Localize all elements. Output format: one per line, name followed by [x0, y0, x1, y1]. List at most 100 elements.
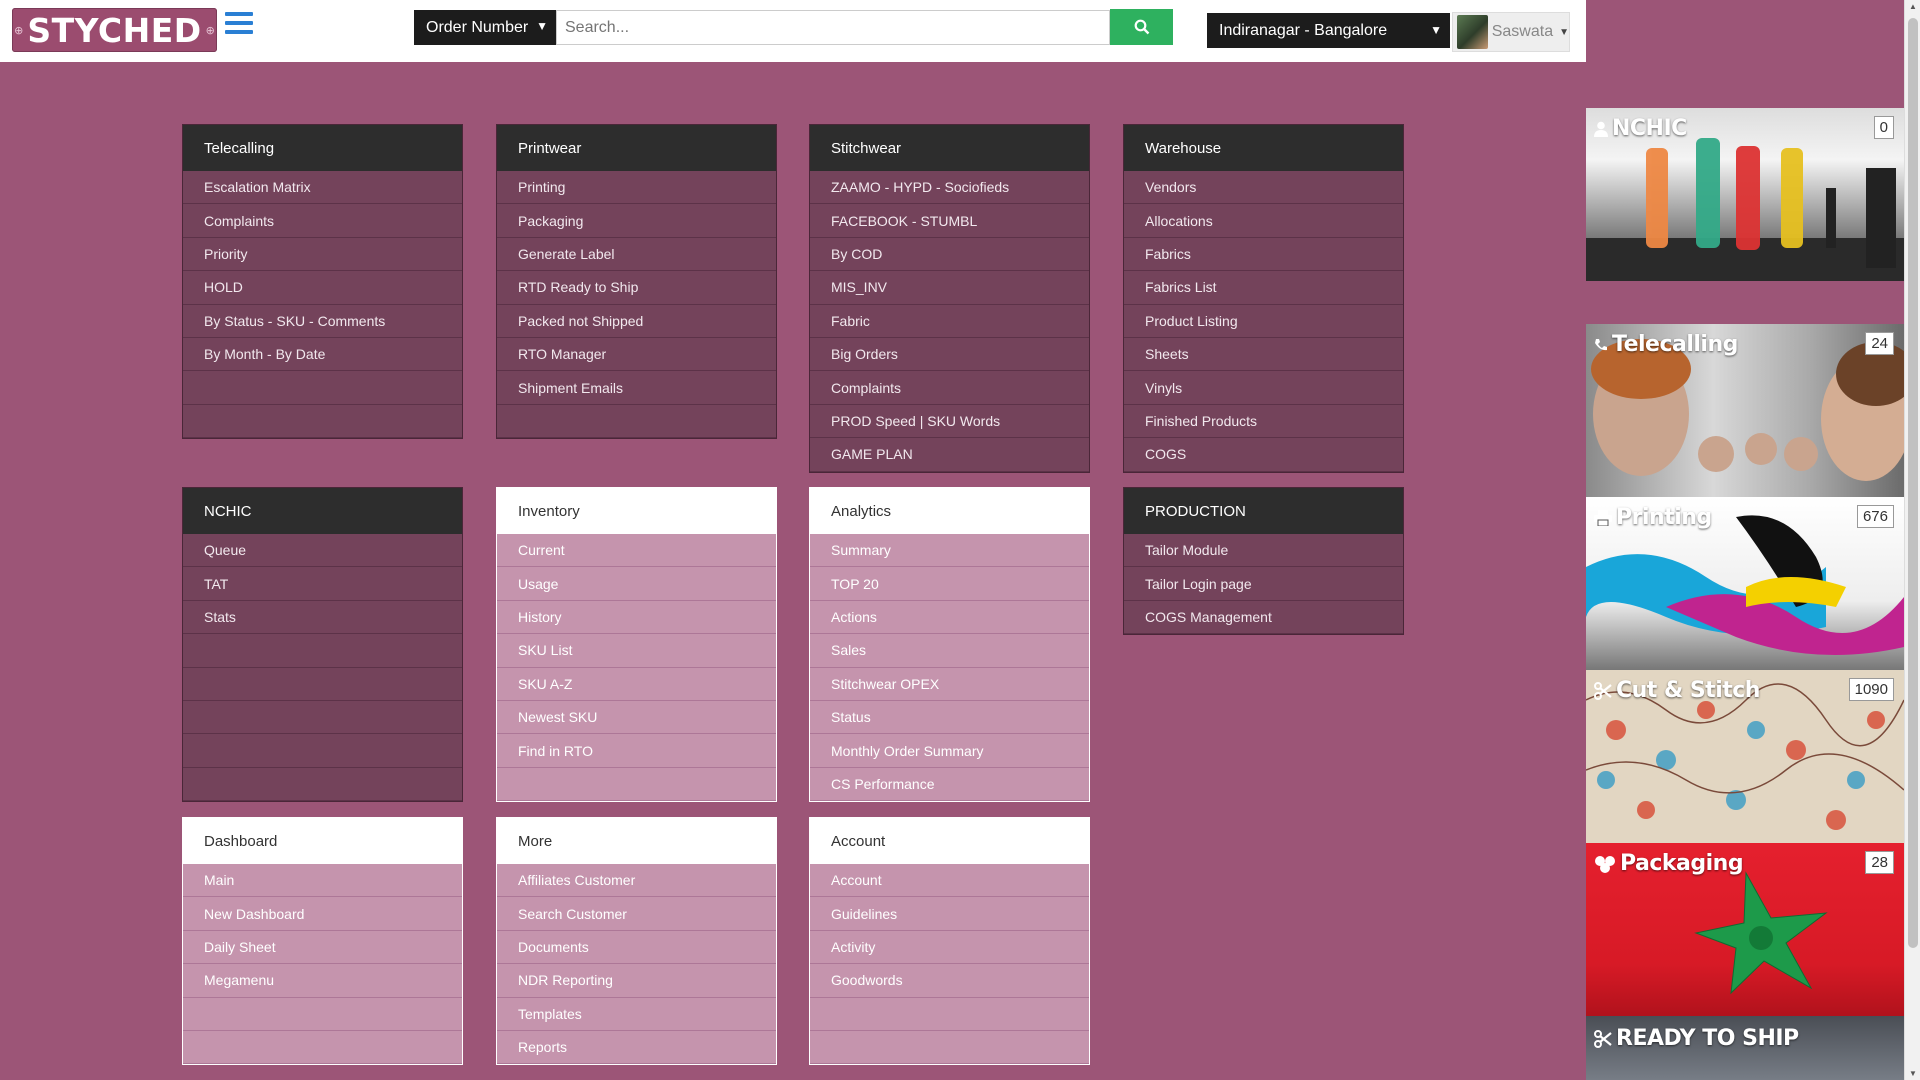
- menu-item[interactable]: COGS Management: [1124, 600, 1403, 635]
- search-button[interactable]: [1110, 9, 1173, 45]
- menu-item[interactable]: By COD: [810, 237, 1089, 272]
- chevron-down-icon: ▼: [1430, 23, 1442, 37]
- menu-item[interactable]: SKU A-Z: [497, 667, 776, 701]
- menu-item[interactable]: Shipment Emails: [497, 371, 776, 405]
- menu-item[interactable]: SKU List: [497, 634, 776, 668]
- panel-production: PRODUCTION Tailor Module Tailor Login page…: [1123, 487, 1404, 636]
- menu-item[interactable]: RTD Ready to Ship: [497, 271, 776, 305]
- menu-item[interactable]: Vinyls: [1124, 371, 1403, 405]
- menu-item[interactable]: Priority: [183, 237, 462, 272]
- menu-item[interactable]: FACEBOOK - STUMBL: [810, 204, 1089, 238]
- scissors-icon: [1594, 681, 1612, 700]
- search-icon: [1134, 19, 1149, 35]
- menu-item[interactable]: Current: [497, 534, 776, 568]
- menu-item[interactable]: Sheets: [1124, 337, 1403, 372]
- menu-item[interactable]: Monthly Order Summary: [810, 734, 1089, 768]
- menu-item[interactable]: Usage: [497, 567, 776, 601]
- menu-item[interactable]: Allocations: [1124, 204, 1403, 238]
- menu-item[interactable]: HOLD: [183, 271, 462, 305]
- menu-item[interactable]: ZAAMO - HYPD - Sociofieds: [810, 171, 1089, 205]
- menu-item[interactable]: Main: [183, 864, 462, 898]
- menu-item[interactable]: Tailor Login page: [1124, 567, 1403, 601]
- menu-item[interactable]: Vendors: [1124, 171, 1403, 205]
- tile-ready-to-ship[interactable]: READY TO SHIP: [1586, 1016, 1904, 1080]
- menu-item[interactable]: Account: [810, 864, 1089, 898]
- tile-count: 0: [1873, 116, 1894, 139]
- hamburger-menu-icon[interactable]: [225, 12, 253, 38]
- tile-telecalling[interactable]: Telecalling 24: [1586, 324, 1904, 497]
- tile-packaging[interactable]: Packaging 28: [1586, 843, 1904, 1016]
- menu-item[interactable]: COGS: [1124, 438, 1403, 472]
- menu-item[interactable]: Finished Products: [1124, 404, 1403, 439]
- menu-item[interactable]: By Month - By Date: [183, 337, 462, 372]
- menu-item[interactable]: Stitchwear OPEX: [810, 667, 1089, 701]
- menu-item: [183, 734, 462, 768]
- menu-item[interactable]: GAME PLAN: [810, 438, 1089, 472]
- menu-item[interactable]: Big Orders: [810, 337, 1089, 372]
- branch-select[interactable]: Indiranagar - Bangalore ▼: [1207, 13, 1450, 48]
- vertical-scrollbar[interactable]: ▲ ▼: [1904, 0, 1920, 1080]
- menu-item[interactable]: Complaints: [183, 204, 462, 238]
- menu-item[interactable]: Tailor Module: [1124, 534, 1403, 568]
- order-type-select[interactable]: Order Number ▼: [414, 10, 556, 45]
- printer-icon: [1594, 509, 1612, 526]
- menu-item[interactable]: Search Customer: [497, 897, 776, 931]
- search-input[interactable]: [556, 10, 1110, 45]
- menu-item[interactable]: Product Listing: [1124, 304, 1403, 338]
- tile-printing[interactable]: Printing 676: [1586, 497, 1904, 670]
- panel-stitchwear: Stitchwear ZAAMO - HYPD - Sociofieds FACEB…: [809, 124, 1090, 473]
- menu-item: [183, 404, 462, 439]
- menu-item[interactable]: Generate Label: [497, 237, 776, 272]
- menu-item[interactable]: NDR Reporting: [497, 964, 776, 998]
- menu-item[interactable]: Summary: [810, 534, 1089, 568]
- menu-item[interactable]: Status: [810, 700, 1089, 735]
- menu-item[interactable]: MIS_INV: [810, 271, 1089, 305]
- menu-item[interactable]: Escalation Matrix: [183, 171, 462, 205]
- tile-count: 1090: [1848, 678, 1894, 701]
- scroll-down-icon[interactable]: ▼: [1909, 1069, 1917, 1078]
- menu-item[interactable]: Packaging: [497, 204, 776, 238]
- user-menu[interactable]: Saswata ▼: [1452, 12, 1570, 52]
- logo[interactable]: ⊕ STYCHED ⊕: [12, 8, 217, 52]
- menu-item[interactable]: Actions: [810, 600, 1089, 635]
- menu-item[interactable]: Queue: [183, 534, 462, 568]
- tile-cut-stitch[interactable]: Cut & Stitch 1090: [1586, 670, 1904, 843]
- menu-item[interactable]: Fabrics: [1124, 237, 1403, 272]
- menu-item[interactable]: Documents: [497, 930, 776, 965]
- menu-item[interactable]: Newest SKU: [497, 700, 776, 735]
- scroll-up-icon[interactable]: ▲: [1909, 2, 1917, 11]
- menu-item[interactable]: Megamenu: [183, 964, 462, 998]
- menu-item[interactable]: Sales: [810, 634, 1089, 668]
- menu-item[interactable]: PROD Speed | SKU Words: [810, 404, 1089, 439]
- menu-item[interactable]: Printing: [497, 171, 776, 205]
- tile-nchic[interactable]: NCHIC 0: [1586, 108, 1904, 281]
- menu-item[interactable]: Reports: [497, 1030, 776, 1065]
- panel-header: Telecalling: [183, 125, 462, 171]
- menu-item[interactable]: Guidelines: [810, 897, 1089, 931]
- menu-item[interactable]: TOP 20: [810, 567, 1089, 601]
- menu-item: [183, 634, 462, 668]
- menu-item[interactable]: CS Performance: [810, 767, 1089, 802]
- menu-item[interactable]: Fabrics List: [1124, 271, 1403, 305]
- panel-analytics: Analytics Summary TOP 20 Actions Sales Stitch…: [809, 487, 1090, 803]
- menu-item[interactable]: Fabric: [810, 304, 1089, 338]
- menu-item[interactable]: Complaints: [810, 371, 1089, 405]
- menu-item[interactable]: History: [497, 600, 776, 635]
- menu-item[interactable]: Goodwords: [810, 964, 1089, 998]
- menu-item[interactable]: Affiliates Customer: [497, 864, 776, 898]
- menu-item[interactable]: Activity: [810, 930, 1089, 965]
- panel-account: Account Account Guidelines Activity Goodword…: [809, 817, 1090, 1066]
- menu-item[interactable]: New Dashboard: [183, 897, 462, 931]
- panel-header: Inventory: [497, 488, 776, 534]
- menu-item[interactable]: Stats: [183, 600, 462, 635]
- menu-item: [183, 700, 462, 735]
- menu-item[interactable]: Templates: [497, 997, 776, 1031]
- menu-item[interactable]: Daily Sheet: [183, 930, 462, 965]
- menu-item: [183, 767, 462, 802]
- menu-item[interactable]: RTO Manager: [497, 337, 776, 372]
- scrollbar-thumb[interactable]: [1908, 18, 1918, 948]
- menu-item[interactable]: Packed not Shipped: [497, 304, 776, 338]
- menu-item[interactable]: By Status - SKU - Comments: [183, 304, 462, 338]
- menu-item[interactable]: TAT: [183, 567, 462, 601]
- menu-item[interactable]: Find in RTO: [497, 734, 776, 768]
